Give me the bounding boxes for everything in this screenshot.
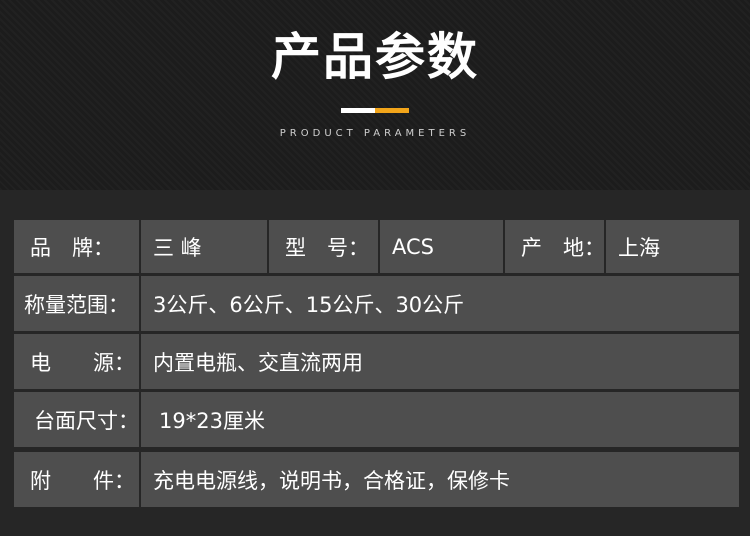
- brand-value: 三 峰: [141, 220, 267, 273]
- accessories-label: 附 件：: [14, 452, 139, 507]
- origin-label: 产 地：: [505, 220, 605, 273]
- header-banner: 产品参数 PRODUCT PARAMETERS: [0, 0, 750, 190]
- power-label: 电 源：: [14, 334, 139, 389]
- page-subtitle: PRODUCT PARAMETERS: [279, 128, 471, 139]
- model-label: 型 号：: [269, 220, 378, 273]
- page-title: 产品参数: [271, 28, 479, 86]
- brand-label: 品 牌：: [14, 220, 139, 273]
- model-value: ACS: [380, 220, 503, 273]
- platform-size-value: 19*23厘米: [141, 392, 739, 447]
- parameters-table: 品 牌： 三 峰 型 号： ACS 产 地： 上海 称量范围： 3公斤、6公斤、…: [0, 190, 750, 536]
- platform-size-label: 台面尺寸：: [14, 392, 139, 447]
- weighing-range-label: 称量范围：: [14, 276, 139, 331]
- origin-value: 上海: [606, 220, 739, 273]
- power-value: 内置电瓶、交直流两用: [141, 334, 739, 389]
- accessories-value: 充电电源线，说明书，合格证，保修卡: [141, 452, 739, 507]
- title-underline-orange: [375, 108, 409, 113]
- weighing-range-value: 3公斤、6公斤、15公斤、30公斤: [141, 276, 739, 331]
- title-underline-white: [341, 108, 375, 113]
